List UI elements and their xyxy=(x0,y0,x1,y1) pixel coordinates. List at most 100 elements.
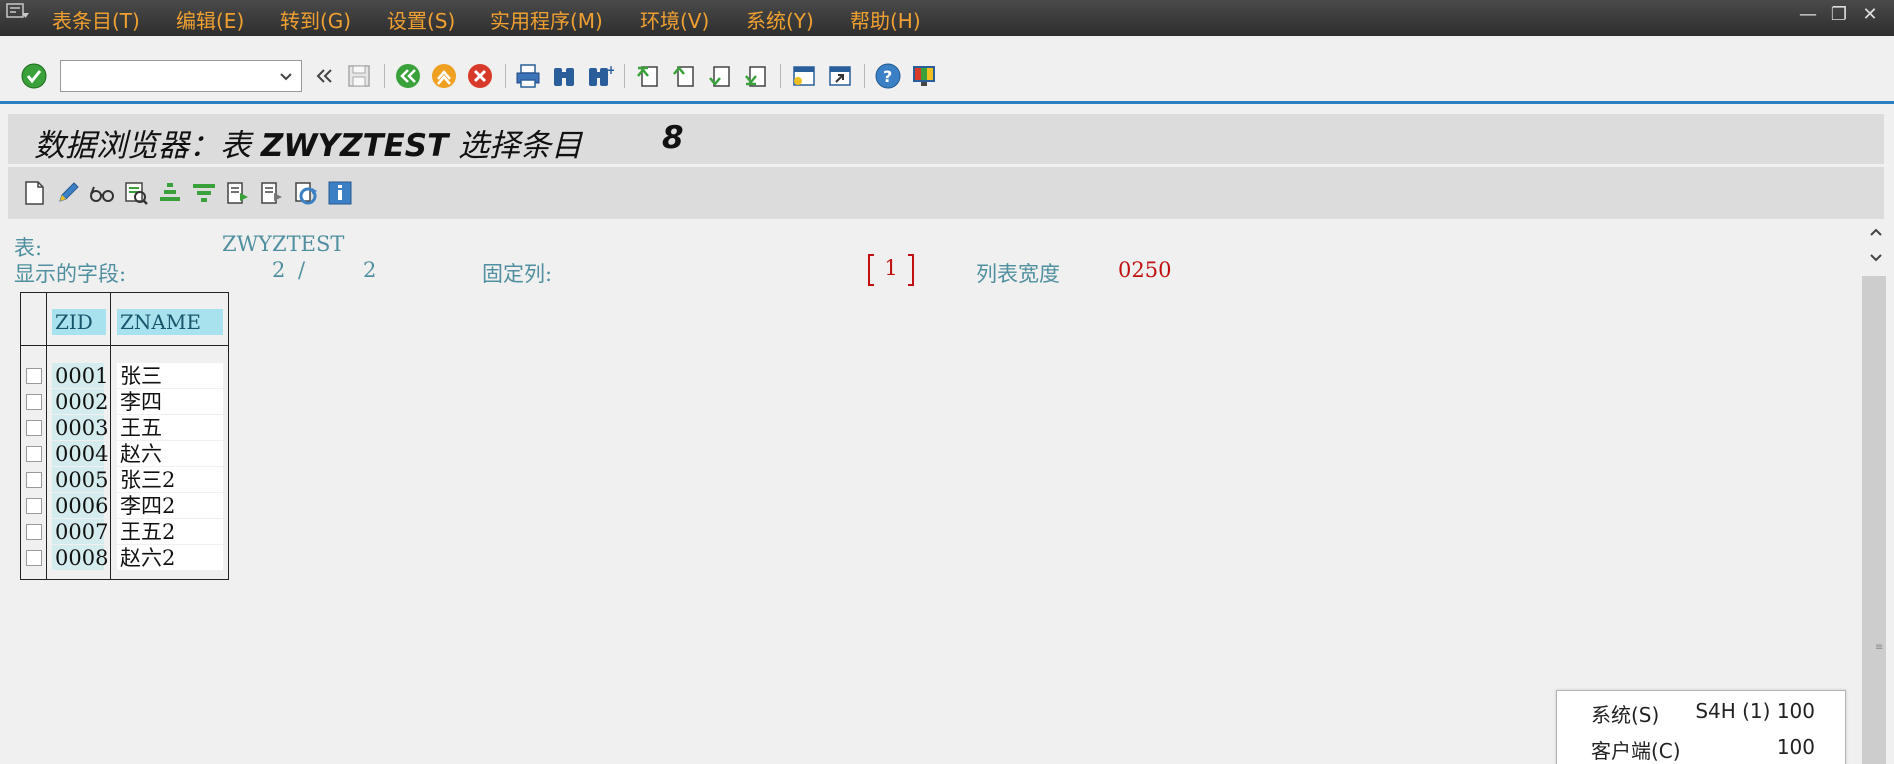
cell-zname[interactable]: 李四 xyxy=(117,389,223,414)
menu-edit[interactable]: 编辑(E) xyxy=(176,5,244,34)
menu-environment[interactable]: 环境(V) xyxy=(640,5,709,34)
cell-zname[interactable]: 张三2 xyxy=(117,467,223,492)
scroll-up-icon[interactable] xyxy=(1866,222,1886,242)
restore-icon[interactable]: ❐ xyxy=(1826,4,1852,25)
scroll-down-icon[interactable] xyxy=(1866,248,1886,268)
sort-ascending-icon[interactable] xyxy=(156,179,184,207)
next-page-icon[interactable] xyxy=(706,62,734,90)
command-input[interactable] xyxy=(61,61,271,91)
row-select-checkbox[interactable] xyxy=(26,420,42,436)
cell-zid[interactable]: 0002 xyxy=(52,389,108,414)
cell-zname[interactable]: 张三 xyxy=(117,363,223,388)
cell-zid[interactable]: 0001 xyxy=(52,363,108,388)
grip-icon: ≡ xyxy=(1875,642,1884,653)
system-label[interactable]: 系统(S) xyxy=(1591,699,1659,728)
displayed-fields-count: 2 xyxy=(272,258,286,282)
standard-toolbar: + ? xyxy=(0,36,1894,104)
save-icon xyxy=(348,65,370,87)
find-next-icon[interactable]: + xyxy=(586,62,614,90)
menu-system[interactable]: 系统(Y) xyxy=(746,5,814,34)
find-icon[interactable] xyxy=(550,62,578,90)
cell-zid[interactable]: 0004 xyxy=(52,441,108,466)
customize-layout-icon[interactable] xyxy=(910,62,938,90)
row-select-checkbox[interactable] xyxy=(26,446,42,462)
command-field[interactable] xyxy=(60,60,302,92)
cell-zname[interactable]: 赵六 xyxy=(117,441,223,466)
toolbar-separator xyxy=(780,64,781,88)
cell-zid[interactable]: 0005 xyxy=(52,467,108,492)
help-icon[interactable]: ? xyxy=(874,62,902,90)
filter-icon[interactable] xyxy=(190,179,218,207)
vertical-scrollbar[interactable]: ≡ xyxy=(1858,222,1894,764)
row-select-checkbox[interactable] xyxy=(26,550,42,566)
column-header-zname[interactable]: ZNAME xyxy=(117,309,223,335)
save-layout-icon[interactable] xyxy=(258,179,286,207)
row-select-checkbox[interactable] xyxy=(26,368,42,384)
table-row[interactable]: 0003 王五 xyxy=(21,415,228,441)
cell-zname[interactable]: 李四2 xyxy=(117,493,223,518)
print-icon[interactable] xyxy=(514,62,542,90)
close-icon[interactable]: ✕ xyxy=(1857,4,1883,25)
menu-settings[interactable]: 设置(S) xyxy=(387,5,455,34)
create-session-icon[interactable] xyxy=(790,62,818,90)
cell-zid[interactable]: 0003 xyxy=(52,415,108,440)
table-row[interactable]: 0002 李四 xyxy=(21,389,228,415)
system-value: S4H (1) 100 xyxy=(1695,699,1815,723)
display-glasses-icon[interactable] xyxy=(88,179,116,207)
fixed-columns-value[interactable]: 1 xyxy=(866,256,916,280)
row-select-checkbox[interactable] xyxy=(26,524,42,540)
displayed-fields-separator: / xyxy=(298,258,306,282)
last-page-icon[interactable] xyxy=(742,62,770,90)
toolbar-separator xyxy=(384,64,385,88)
scrollbar-thumb[interactable]: ≡ xyxy=(1862,276,1886,764)
cell-zid[interactable]: 0006 xyxy=(52,493,108,518)
column-header-zid[interactable]: ZID xyxy=(52,309,106,335)
cell-zname[interactable]: 赵六2 xyxy=(117,545,223,570)
back-icon[interactable] xyxy=(394,62,422,90)
previous-page-icon[interactable] xyxy=(670,62,698,90)
table-row[interactable]: 0008 赵六2 xyxy=(21,545,228,571)
table-row[interactable]: 0004 赵六 xyxy=(21,441,228,467)
collapse-command-icon[interactable] xyxy=(310,62,338,90)
shortcut-icon[interactable] xyxy=(826,62,854,90)
check-table-icon[interactable] xyxy=(122,179,150,207)
menu-goto[interactable]: 转到(G) xyxy=(280,5,351,34)
toolbar-separator xyxy=(864,64,865,88)
displayed-fields-label: 显示的字段: xyxy=(14,262,127,286)
refresh-icon[interactable] xyxy=(292,179,320,207)
cell-zname[interactable]: 王五 xyxy=(117,415,223,440)
enter-check-icon[interactable] xyxy=(20,62,48,90)
row-select-checkbox[interactable] xyxy=(26,394,42,410)
menu-utilities[interactable]: 实用程序(M) xyxy=(490,5,603,34)
cancel-icon[interactable] xyxy=(466,62,494,90)
table-row[interactable]: 0001 张三 xyxy=(21,363,228,389)
change-pencil-icon[interactable] xyxy=(54,179,82,207)
cell-zname[interactable]: 王五2 xyxy=(117,519,223,544)
menu-table-entry[interactable]: 表条目(T) xyxy=(52,5,140,34)
minimize-icon[interactable]: — xyxy=(1795,4,1821,25)
row-select-checkbox[interactable] xyxy=(26,472,42,488)
row-select-checkbox[interactable] xyxy=(26,498,42,514)
table-name-value: ZWYZTEST xyxy=(222,232,345,256)
fixed-columns-field[interactable]: 1 xyxy=(866,254,916,286)
application-toolbar xyxy=(8,167,1884,219)
table-row[interactable]: 0007 王五2 xyxy=(21,519,228,545)
sap-menu-icon[interactable] xyxy=(6,3,30,21)
table-row[interactable]: 0006 李四2 xyxy=(21,493,228,519)
menu-help[interactable]: 帮助(H) xyxy=(850,5,921,34)
chevron-down-icon[interactable] xyxy=(277,65,295,87)
select-layout-icon[interactable] xyxy=(224,179,252,207)
cell-zid[interactable]: 0007 xyxy=(52,519,108,544)
toolbar-separator xyxy=(624,64,625,88)
first-page-icon[interactable] xyxy=(634,62,662,90)
table-row[interactable]: 0005 张三2 xyxy=(21,467,228,493)
cell-zid[interactable]: 0008 xyxy=(52,545,108,570)
displayed-fields-total: 2 xyxy=(363,258,377,282)
system-status-panel: 系统(S) S4H (1) 100 客户端(C) 100 xyxy=(1556,690,1846,764)
new-entry-icon[interactable] xyxy=(20,179,48,207)
toolbar-separator xyxy=(505,64,506,88)
grid-header-divider xyxy=(21,345,228,346)
client-label[interactable]: 客户端(C) xyxy=(1591,735,1681,764)
information-icon[interactable] xyxy=(326,179,354,207)
exit-icon[interactable] xyxy=(430,62,458,90)
